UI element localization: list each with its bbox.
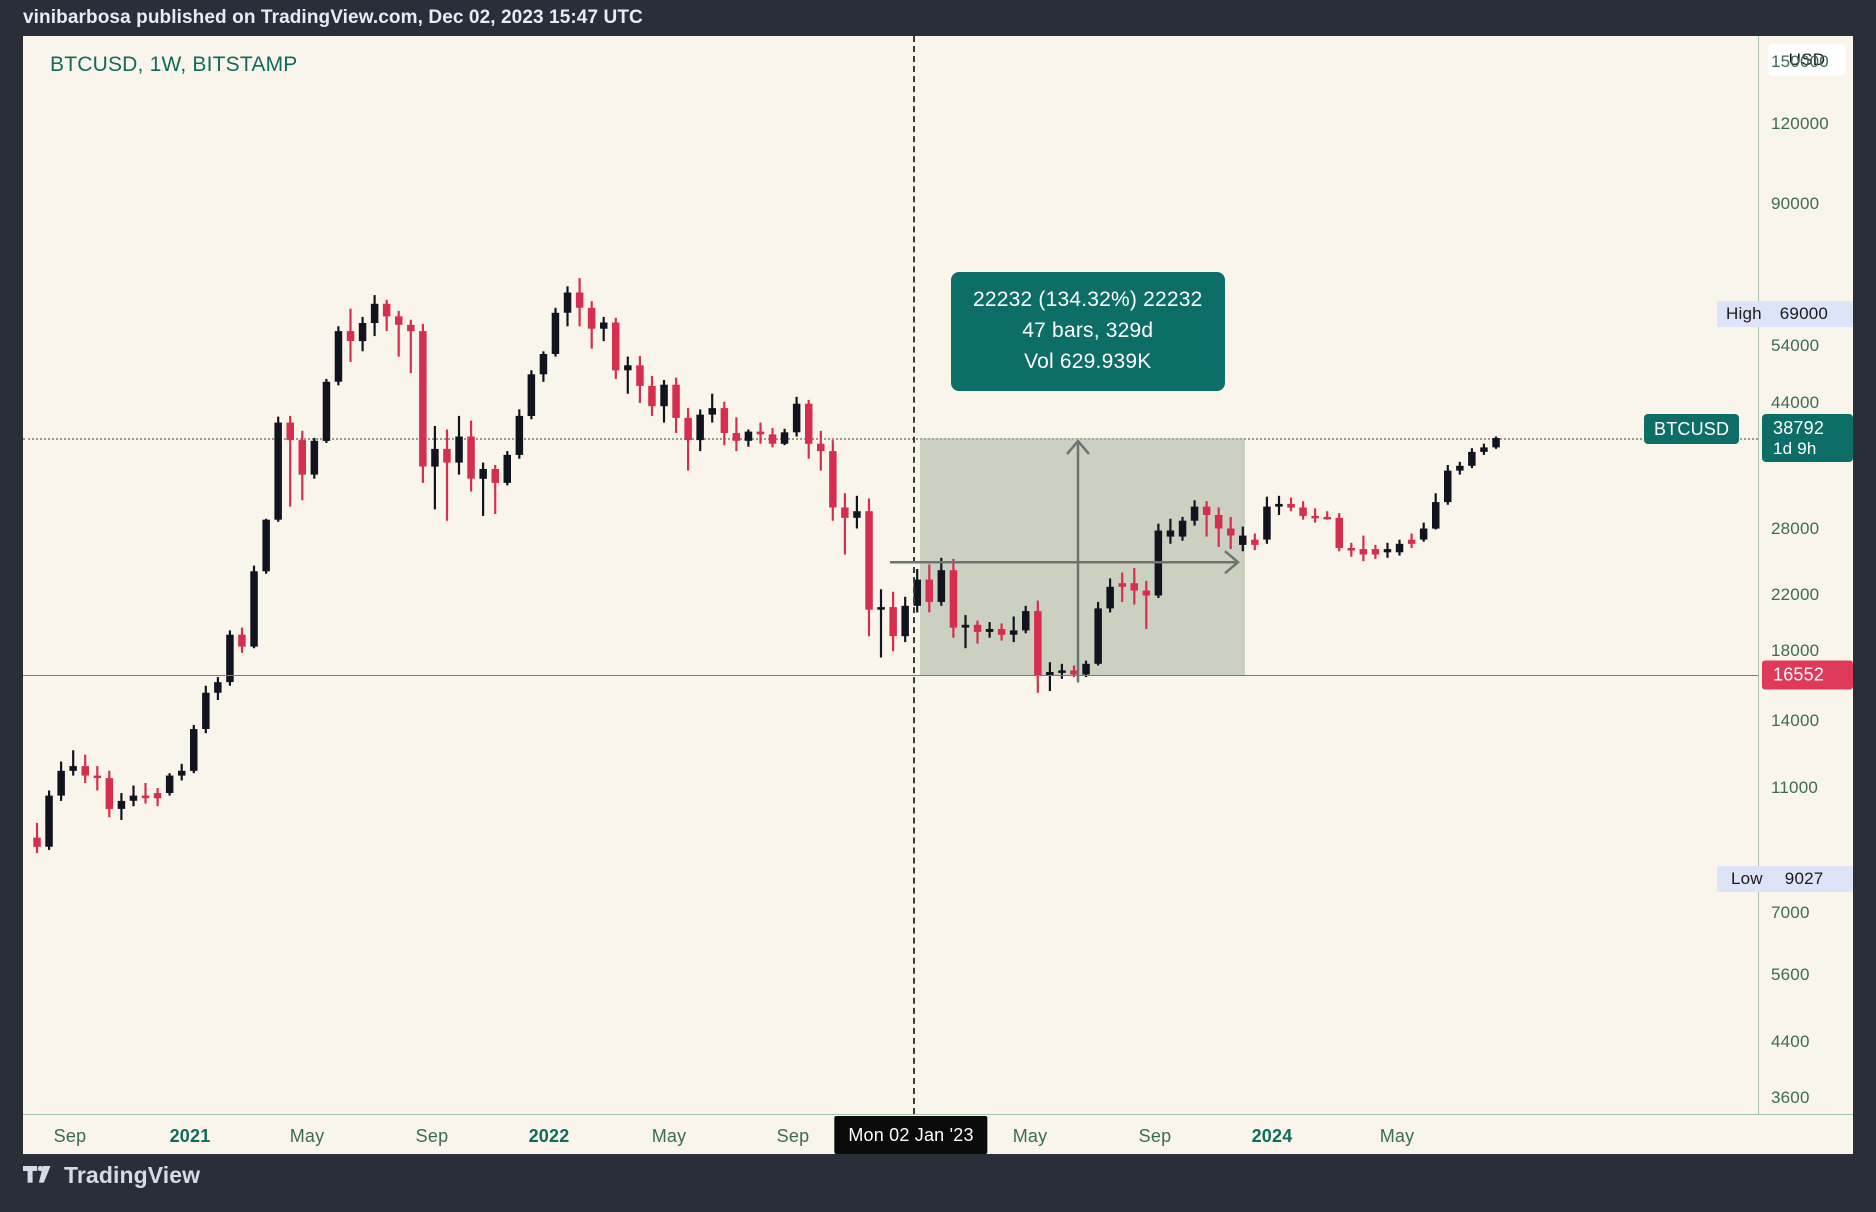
- time-tick: 2022: [528, 1126, 570, 1146]
- measure-change: 22232 (134.32%) 22232: [973, 288, 1203, 311]
- symbol-title: BTCUSD, 1W, BITSTAMP: [50, 53, 298, 76]
- screenshot-root: vinibarbosa published on TradingView.com…: [0, 0, 1876, 1212]
- time-tick: Sep: [1138, 1126, 1172, 1146]
- open-price-line: [23, 674, 1758, 676]
- low-value: 9027: [1784, 868, 1824, 888]
- tradingview-logo-icon: [23, 1165, 51, 1183]
- price-tick: 28000: [1771, 518, 1820, 538]
- time-tick: Sep: [53, 1126, 87, 1146]
- high-value: 69000: [1779, 304, 1829, 324]
- crosshair-date-badge: Mon 02 Jan '23: [834, 1116, 988, 1154]
- price-tick: 150000: [1771, 52, 1829, 72]
- price-tick: 120000: [1771, 114, 1829, 134]
- price-tick: 18000: [1771, 641, 1820, 661]
- publisher-bar: vinibarbosa published on TradingView.com…: [0, 0, 1876, 36]
- time-tick: Sep: [776, 1126, 810, 1146]
- measure-tooltip: 22232 (134.32%) 22232 47 bars, 329d Vol …: [951, 272, 1225, 391]
- price-scale[interactable]: USD 150000 120000 90000 54000 44000 28000 2200…: [1758, 36, 1853, 1154]
- price-tick: 11000: [1771, 777, 1819, 797]
- price-tick: 44000: [1771, 393, 1820, 413]
- crosshair-vertical-line: [913, 36, 915, 1114]
- symbol-legend-chip[interactable]: BTCUSD: [1644, 414, 1740, 444]
- plot-area[interactable]: [23, 36, 1758, 1114]
- time-tick: May: [1012, 1126, 1048, 1146]
- price-tick: 22000: [1771, 585, 1820, 605]
- price-tick: 14000: [1771, 711, 1820, 730]
- tradingview-wordmark: TradingView: [64, 1162, 201, 1188]
- chart-paper: BTCUSD, 1W, BITSTAMP 22232 (134.32%) 222…: [23, 36, 1853, 1154]
- time-scale[interactable]: Mon 02 Jan '23 Sep 2021 May Sep 2022 May Sep Ma…: [23, 1114, 1853, 1154]
- time-tick: 2021: [169, 1126, 211, 1146]
- price-tick: 4400: [1771, 1032, 1810, 1052]
- bar-countdown: 1d 9h: [1773, 438, 1817, 458]
- time-tick: Sep: [415, 1126, 449, 1146]
- time-tick: 2024: [1251, 1126, 1293, 1146]
- measure-bars: 47 bars, 329d: [1022, 319, 1154, 342]
- price-tick: 54000: [1771, 336, 1820, 356]
- price-tick: 7000: [1771, 903, 1810, 923]
- candlestick-series: [33, 278, 1500, 854]
- last-price-value: 38792: [1773, 417, 1825, 438]
- publisher-text: vinibarbosa published on TradingView.com…: [23, 7, 643, 28]
- price-tick: 3600: [1771, 1088, 1810, 1108]
- price-tick: 90000: [1771, 194, 1820, 214]
- footer-brand: TradingView: [23, 1162, 200, 1189]
- open-price-badge[interactable]: 16552: [1762, 660, 1853, 689]
- last-price-badge[interactable]: 38792 1d 9h: [1762, 414, 1853, 462]
- time-tick: May: [289, 1126, 325, 1146]
- time-tick: May: [651, 1126, 687, 1146]
- time-tick: May: [1379, 1126, 1415, 1146]
- measure-volume: Vol 629.939K: [1024, 350, 1152, 373]
- price-tick: 5600: [1771, 965, 1810, 985]
